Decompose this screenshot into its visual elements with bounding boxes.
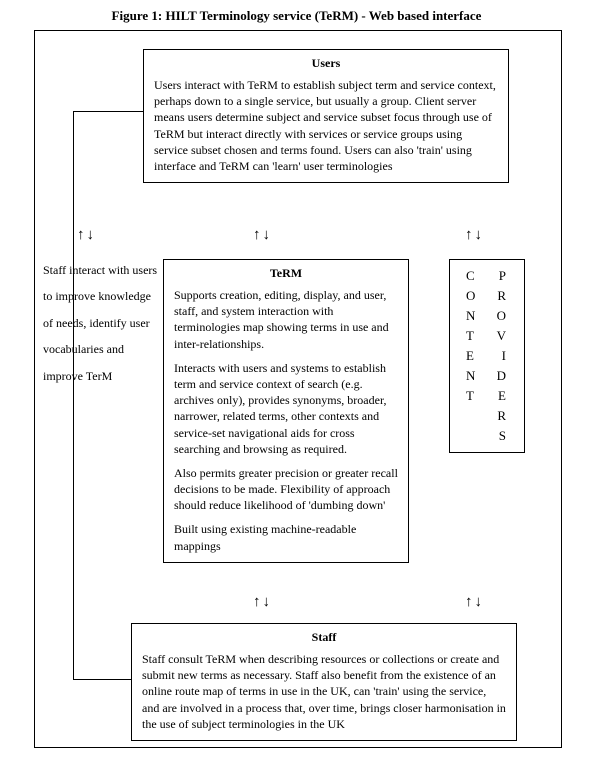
cp-row-3: TV xyxy=(452,326,522,346)
arrows-cp-staff: ↑↓ xyxy=(465,593,484,610)
side-text-left: Staff interact with users to improve kno… xyxy=(43,257,158,389)
arrows-users-left: ↑↓ xyxy=(77,226,96,243)
connector-users-left-h xyxy=(73,111,143,112)
term-p3: Also permits greater precision or greate… xyxy=(174,465,398,514)
arrows-users-term: ↑↓ xyxy=(253,226,272,243)
cp-row-6: TE xyxy=(452,386,522,406)
term-p2: Interacts with users and systems to esta… xyxy=(174,360,398,457)
term-p1: Supports creation, editing, display, and… xyxy=(174,287,398,352)
staff-title: Staff xyxy=(142,630,506,645)
term-title: TeRM xyxy=(174,266,398,281)
cp-row-2: NO xyxy=(452,306,522,326)
staff-box: Staff Staff consult TeRM when describing… xyxy=(131,623,517,741)
term-body: Supports creation, editing, display, and… xyxy=(174,287,398,554)
term-p4: Built using existing machine-readable ma… xyxy=(174,521,398,553)
connector-staff-left-h xyxy=(73,679,131,680)
cp-row-5: ND xyxy=(452,366,522,386)
cp-row-7: R xyxy=(452,406,522,426)
users-body: Users interact with TeRM to establish su… xyxy=(154,77,498,174)
figure-caption: Figure 1: HILT Terminology service (TeRM… xyxy=(0,0,593,30)
staff-body: Staff consult TeRM when describing resou… xyxy=(142,651,506,732)
cp-row-8: S xyxy=(452,426,522,446)
arrows-users-cp: ↑↓ xyxy=(465,226,484,243)
users-box: Users Users interact with TeRM to establ… xyxy=(143,49,509,183)
cp-row-1: OR xyxy=(452,286,522,306)
outer-frame: ↑↓ ↑↓ ↑↓ ↑↓ ↑↓ Users Users interact with… xyxy=(34,30,562,748)
arrows-term-staff: ↑↓ xyxy=(253,593,272,610)
content-providers-box: CP OR NO TV EI ND TE R S xyxy=(449,259,525,453)
connector-left-v xyxy=(73,111,74,679)
cp-row-0: CP xyxy=(452,266,522,286)
cp-row-4: EI xyxy=(452,346,522,366)
users-title: Users xyxy=(154,56,498,71)
diagram-page: Figure 1: HILT Terminology service (TeRM… xyxy=(0,0,593,758)
term-box: TeRM Supports creation, editing, display… xyxy=(163,259,409,563)
